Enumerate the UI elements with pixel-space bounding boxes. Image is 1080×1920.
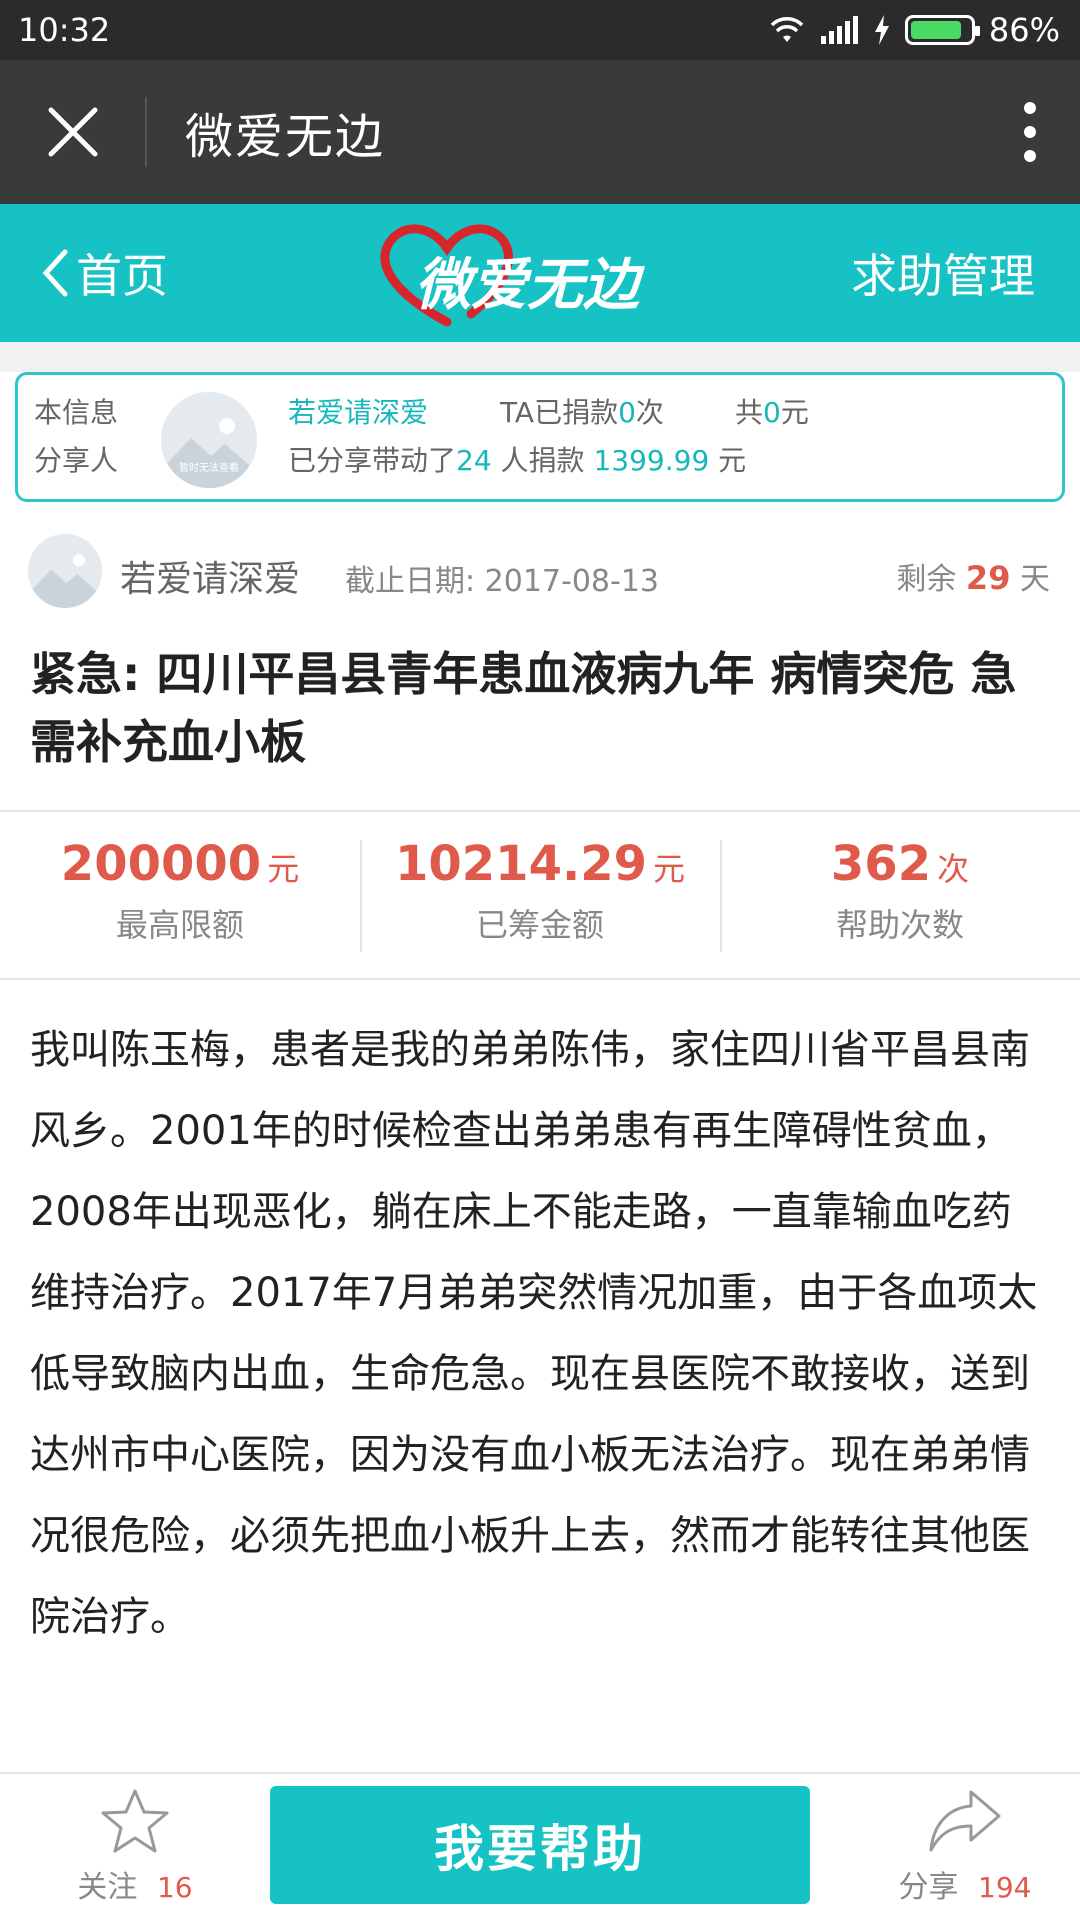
- stat-label: 帮助次数: [835, 906, 964, 944]
- share-arrow-icon: [929, 1790, 1001, 1852]
- more-button[interactable]: [980, 60, 1080, 204]
- wifi-icon: [770, 17, 804, 42]
- status-bar: 10:32 86%: [0, 0, 1080, 60]
- shared-suffix: 元: [709, 444, 747, 477]
- close-button[interactable]: [0, 60, 145, 204]
- chevron-left-icon: [42, 249, 68, 297]
- avatar-placeholder-text: 暂时无法查看: [179, 463, 239, 474]
- stat-label: 最高限额: [115, 906, 244, 944]
- star-icon: [101, 1789, 169, 1853]
- home-label: 首页: [76, 249, 168, 303]
- donated-suffix: 次: [635, 396, 664, 429]
- battery-percent: 86%: [988, 11, 1060, 49]
- post-title: 紧急: 四川平昌县青年患血液病九年 病情突危 急需补充血小板: [30, 647, 1017, 769]
- stat-label: 已筹金额: [475, 906, 604, 944]
- header-gap: [0, 342, 1080, 372]
- webview-title-bar: 微爱无边: [0, 60, 1080, 204]
- help-management-link[interactable]: 求助管理: [851, 204, 1035, 342]
- more-vertical-icon: [1024, 102, 1036, 162]
- shared-prefix: 已分享带动了: [288, 444, 457, 477]
- signal-icon: [820, 16, 858, 44]
- sharer-label-line1: 本信息: [34, 396, 119, 429]
- shared-people: 24: [456, 444, 492, 477]
- battery-icon: [904, 15, 980, 45]
- site-logo: 微爱无边: [375, 222, 695, 332]
- total-amount: 0: [763, 396, 781, 429]
- stat-unit: 元: [267, 850, 300, 888]
- help-button[interactable]: 我要帮助: [270, 1786, 810, 1904]
- sharer-info-box: 本信息 分享人 暂时无法查看 若爱请深爱 TA已捐款0次 共0元 已分享带动了2…: [15, 372, 1065, 502]
- remain-days: 29: [965, 559, 1011, 597]
- remain-prefix: 剩余: [896, 562, 957, 597]
- author-name[interactable]: 若爱请深爱: [120, 550, 300, 602]
- sharer-name[interactable]: 若爱请深爱: [288, 391, 488, 431]
- logo-text: 微爱无边: [415, 252, 645, 318]
- stat-value: 200000: [60, 836, 262, 892]
- charging-icon: [874, 15, 889, 45]
- status-icons: 86%: [769, 11, 1060, 49]
- bottom-action-bar: 关注 16 我要帮助 分享 194: [0, 1772, 1080, 1920]
- remain-suffix: 天: [1020, 562, 1050, 597]
- shared-amount: 1399.99: [593, 444, 710, 477]
- status-time: 10:32: [18, 11, 111, 49]
- author-avatar[interactable]: [28, 534, 102, 608]
- sharer-row-1: 若爱请深爱 TA已捐款0次 共0元: [288, 391, 809, 431]
- donated-prefix: TA已捐款: [500, 396, 619, 429]
- sharer-labels: 本信息 分享人: [34, 389, 118, 485]
- follow-label-row: 关注 16: [60, 1862, 210, 1906]
- stat-max-limit: 200000 元 最高限额: [0, 812, 360, 978]
- days-remaining: 剩余 29 天: [896, 554, 1050, 598]
- post-meta: 若爱请深爱 截止日期: 2017-08-13 剩余 29 天: [0, 520, 1080, 620]
- stat-unit: 元: [653, 850, 686, 888]
- sharer-row-2: 已分享带动了24 人捐款 1399.99 元: [288, 439, 746, 479]
- sharer-label-line2: 分享人: [34, 444, 119, 477]
- share-label-row: 分享 194: [890, 1862, 1040, 1906]
- stat-unit: 次: [937, 850, 970, 888]
- placeholder-image-icon: [28, 534, 102, 608]
- follow-label: 关注: [77, 1870, 138, 1905]
- stat-raised-amount: 10214.29 元 已筹金额: [360, 812, 720, 978]
- share-count: 194: [978, 1871, 1032, 1904]
- stat-value: 10214.29: [394, 836, 647, 892]
- sharer-total: 共0元: [735, 391, 809, 431]
- share-label: 分享: [898, 1870, 959, 1905]
- close-icon: [48, 107, 97, 157]
- sharer-avatar[interactable]: 暂时无法查看: [161, 392, 257, 488]
- home-back-link[interactable]: 首页: [40, 204, 168, 342]
- window-title: 微爱无边: [185, 109, 386, 165]
- follow-count: 16: [156, 1871, 193, 1904]
- deadline-date: 截止日期: 2017-08-13: [345, 564, 659, 599]
- total-prefix: 共: [735, 396, 764, 429]
- share-button[interactable]: 分享 194: [890, 1788, 1040, 1906]
- stat-help-count: 362 次 帮助次数: [720, 812, 1080, 978]
- site-header: 首页 微爱无边 求助管理: [0, 204, 1080, 342]
- follow-button[interactable]: 关注 16: [60, 1788, 210, 1906]
- sharer-donations: TA已捐款0次: [500, 391, 725, 431]
- total-suffix: 元: [780, 396, 809, 429]
- heart-logo-icon: 微爱无边: [380, 224, 645, 327]
- donated-count: 0: [618, 396, 636, 429]
- stats-divider-bottom: [0, 978, 1080, 980]
- stat-value: 362: [830, 836, 932, 892]
- fundraising-stats: 200000 元 最高限额 10214.29 元 已筹金额 362 次 帮助次数: [0, 812, 1080, 978]
- shared-middle: 人捐款: [491, 444, 594, 477]
- story-text: 我叫陈玉梅，患者是我的弟弟陈伟，家住四川省平昌县南风乡。2001年的时候检查出弟…: [30, 1027, 1038, 1640]
